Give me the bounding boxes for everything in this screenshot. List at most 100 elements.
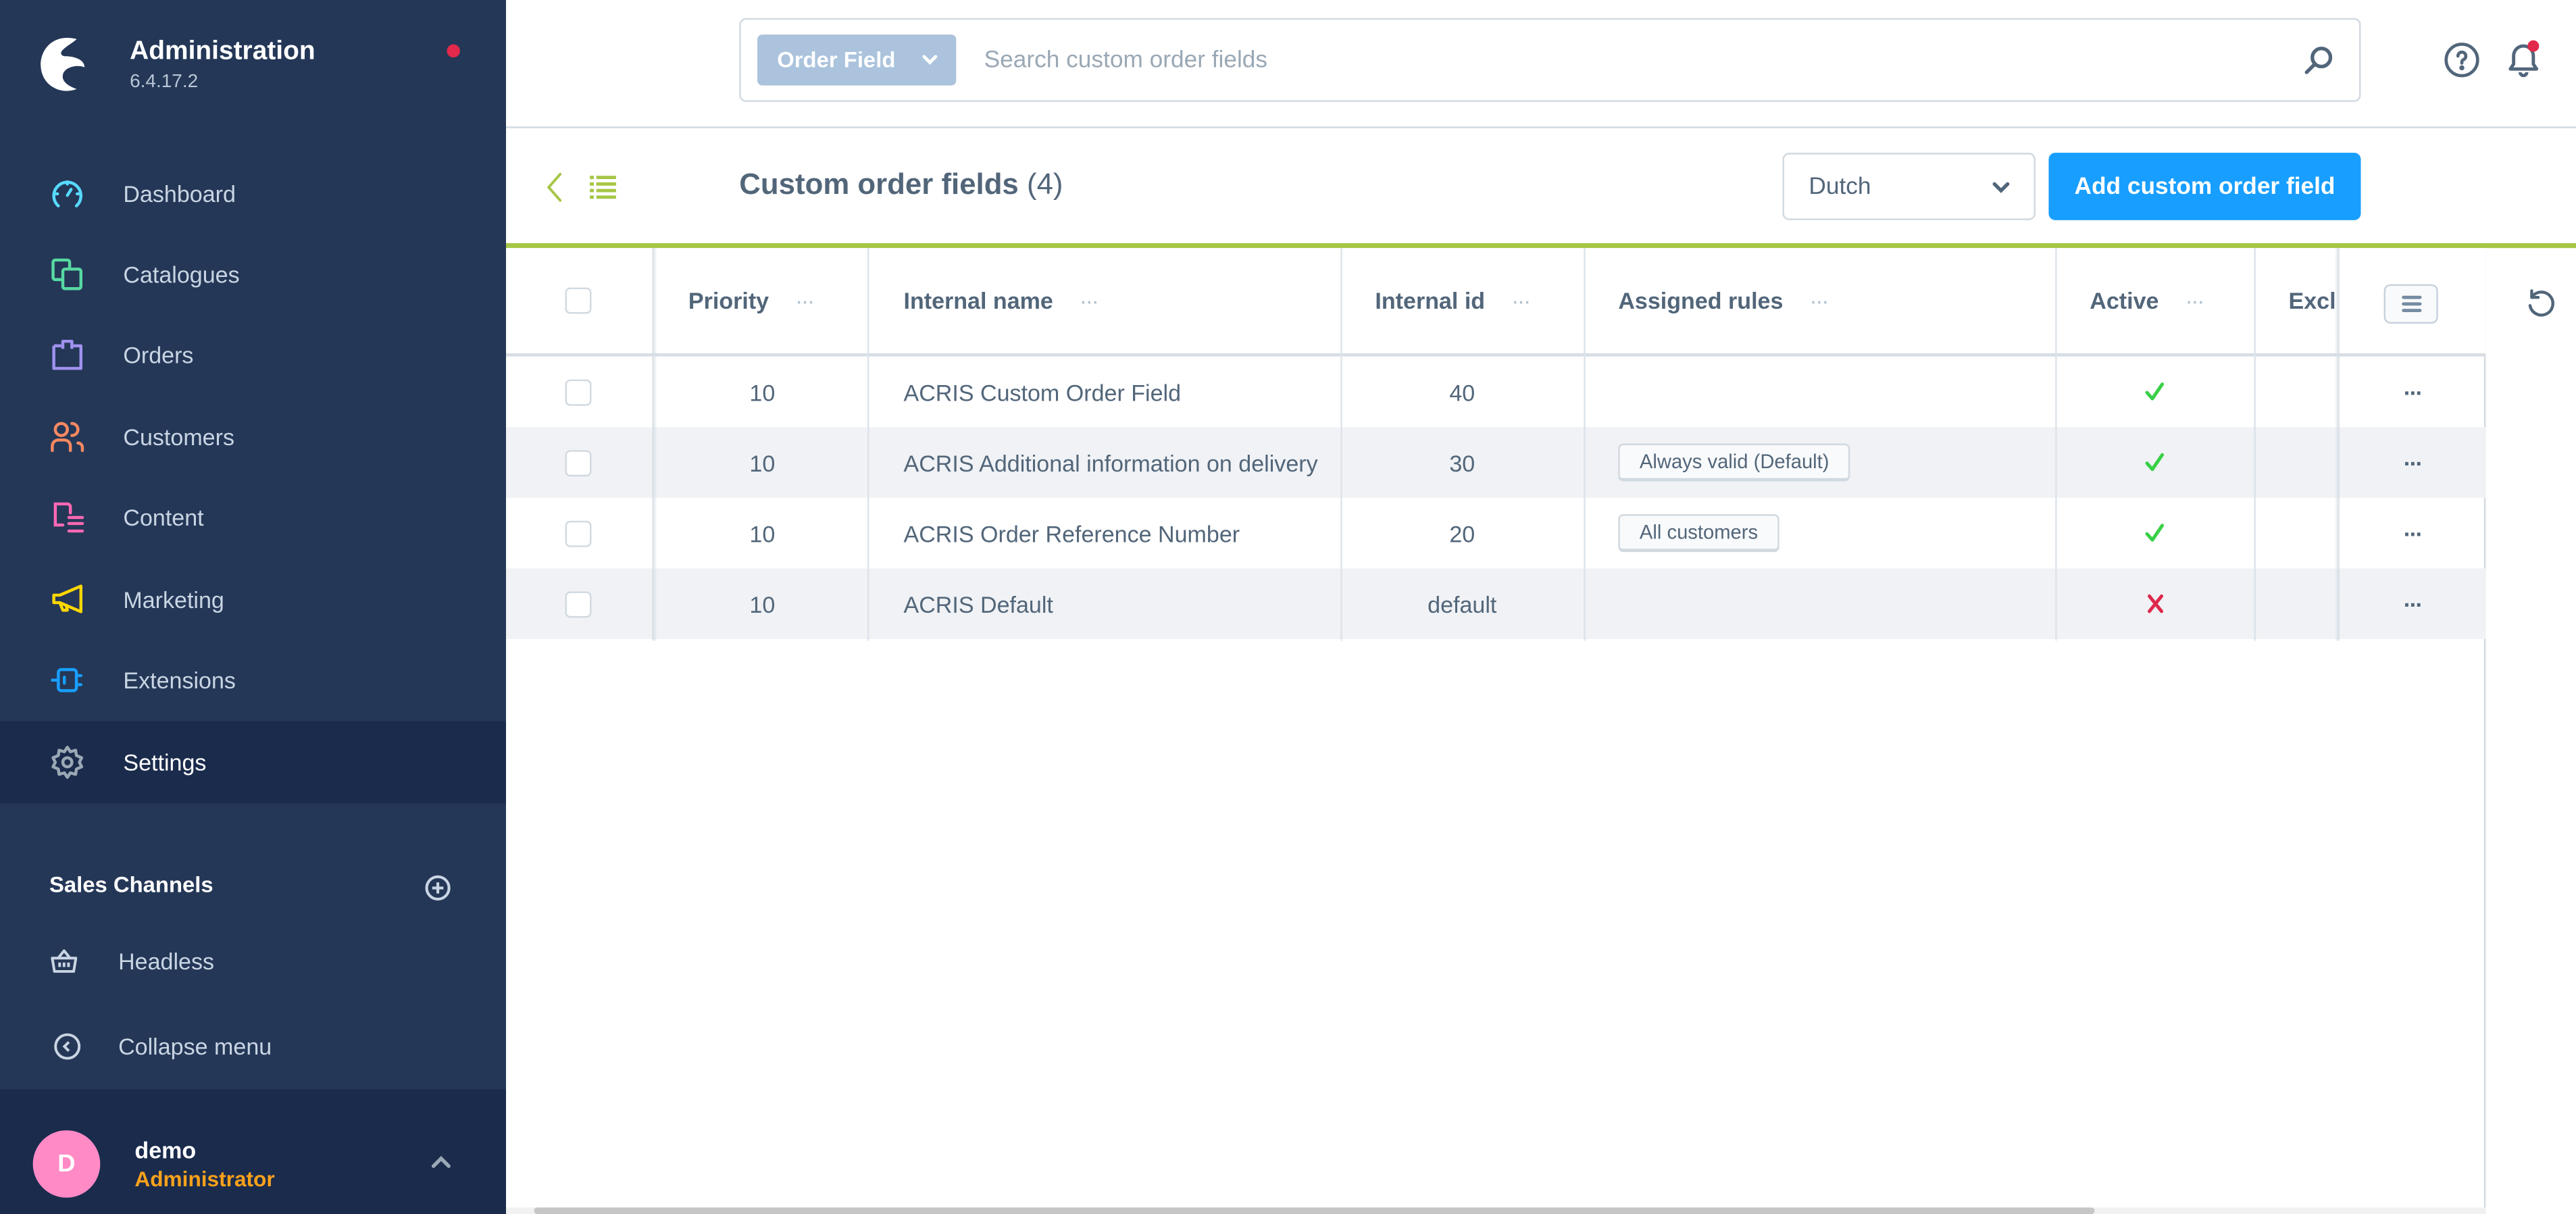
page-title-count: (4) bbox=[1026, 168, 1063, 201]
row-actions-button[interactable]: ··· bbox=[2340, 357, 2485, 428]
cell-assigned-rules: All customers bbox=[1618, 498, 1779, 569]
top-bar: Order Field bbox=[505, 0, 2576, 128]
notifications-bell-icon[interactable] bbox=[2504, 39, 2543, 78]
sidebar-item-extensions[interactable]: Extensions bbox=[0, 640, 506, 721]
checkmark-icon bbox=[2145, 524, 2165, 542]
user-role: Administrator bbox=[134, 1166, 275, 1192]
select-all-checkbox[interactable] bbox=[565, 287, 592, 314]
sales-channel-label: Headless bbox=[118, 948, 215, 975]
page-title: Custom order fields (4) bbox=[739, 168, 1063, 202]
sidebar-item-orders[interactable]: Orders bbox=[0, 315, 506, 396]
rule-tag: Always valid (Default) bbox=[1618, 443, 1851, 482]
collapse-menu-button[interactable]: Collapse menu bbox=[53, 1032, 272, 1061]
language-switch[interactable]: Dutch bbox=[1782, 153, 2036, 220]
row-checkbox[interactable] bbox=[565, 590, 592, 617]
row-checkbox[interactable] bbox=[565, 449, 592, 476]
shopware-logo-icon bbox=[41, 38, 85, 91]
sidebar-item-catalogues[interactable]: Catalogues bbox=[0, 234, 506, 315]
add-custom-order-field-button[interactable]: Add custom order field bbox=[2048, 153, 2361, 220]
chevron-up-icon[interactable] bbox=[430, 1155, 452, 1170]
table-row[interactable]: 10 ACRIS Order Reference Number 20 All cust… bbox=[506, 498, 2485, 569]
row-checkbox-cell bbox=[565, 427, 592, 498]
column-divider bbox=[2055, 248, 2057, 641]
table-row[interactable]: 10 ACRIS Custom Order Field 40 ··· bbox=[506, 357, 2485, 428]
column-label: Exclu bbox=[2288, 287, 2334, 314]
marketing-icon bbox=[52, 584, 82, 613]
sidebar-item-label: Marketing bbox=[123, 586, 224, 613]
sidebar-item-content[interactable]: Content bbox=[0, 478, 506, 559]
rule-tag: All customers bbox=[1618, 514, 1779, 553]
dashboard-icon bbox=[52, 180, 82, 207]
more-actions-icon: ··· bbox=[2403, 378, 2423, 405]
column-header-active[interactable]: Active ··· bbox=[2090, 248, 2204, 353]
cell-internal-id: default bbox=[1428, 590, 1497, 617]
column-header-assigned-rules[interactable]: Assigned rules ··· bbox=[1618, 248, 1829, 353]
search-icon[interactable] bbox=[2302, 45, 2335, 78]
grid-header: Priority ··· Internal name ··· Internal … bbox=[505, 248, 2486, 357]
cell-active bbox=[2055, 427, 2254, 498]
column-header-exclusive[interactable]: Exclu bbox=[2288, 248, 2334, 353]
cell-internal-name[interactable]: ACRIS Custom Order Field bbox=[903, 357, 1181, 428]
table-row[interactable]: 10 ACRIS Default default ··· bbox=[505, 568, 2486, 639]
refresh-icon[interactable] bbox=[2523, 288, 2556, 321]
cell-internal-name[interactable]: ACRIS Order Reference Number bbox=[903, 498, 1240, 569]
search-type-dropdown[interactable]: Order Field bbox=[757, 34, 957, 86]
search-input[interactable] bbox=[980, 34, 2263, 86]
collapse-menu-label: Collapse menu bbox=[118, 1033, 272, 1060]
cell-priority: 10 bbox=[749, 520, 776, 547]
cell-internal-name[interactable]: ACRIS Additional information on delivery bbox=[903, 427, 1317, 498]
sidebar-item-settings[interactable]: Settings bbox=[0, 720, 506, 803]
settings-icon bbox=[51, 745, 84, 779]
more-actions-icon: ··· bbox=[2403, 590, 2423, 617]
sidebar-item-label: Customers bbox=[123, 424, 234, 450]
checkmark-icon bbox=[2145, 453, 2165, 472]
app-window: Administration 6.4.17.2 Dashboard Catalo… bbox=[0, 0, 2576, 1214]
row-actions-button[interactable]: ··· bbox=[2340, 568, 2485, 639]
row-actions-button[interactable]: ··· bbox=[2340, 498, 2485, 569]
table-row[interactable]: 10 ACRIS Additional information on delive… bbox=[505, 427, 2486, 498]
column-header-internal-name[interactable]: Internal name ··· bbox=[903, 248, 1099, 353]
sidebar-item-label: Catalogues bbox=[123, 261, 240, 288]
cell-internal-id: 40 bbox=[1449, 378, 1475, 405]
cell-priority: 10 bbox=[749, 378, 776, 405]
avatar: D bbox=[32, 1130, 101, 1198]
row-checkbox-cell bbox=[565, 357, 592, 428]
data-grid: Priority ··· Internal name ··· Internal … bbox=[505, 248, 2486, 1214]
sidebar-item-label: Content bbox=[123, 505, 204, 532]
row-checkbox[interactable] bbox=[565, 378, 592, 405]
language-value: Dutch bbox=[1809, 173, 1871, 200]
column-menu-icon[interactable]: ··· bbox=[1080, 288, 1099, 314]
help-icon[interactable] bbox=[2443, 41, 2481, 79]
sidebar-item-label: Settings bbox=[123, 749, 207, 776]
smart-bar-divider bbox=[505, 243, 2576, 249]
sidebar-item-dashboard[interactable]: Dashboard bbox=[0, 153, 506, 234]
column-divider bbox=[1340, 248, 1342, 641]
column-header-internal-id[interactable]: Internal id ··· bbox=[1375, 248, 1531, 353]
select-all-checkbox-cell bbox=[565, 248, 592, 353]
sidebar-item-label: Dashboard bbox=[123, 180, 236, 207]
sidebar-item-customers[interactable]: Customers bbox=[0, 396, 506, 477]
column-menu-icon[interactable]: ··· bbox=[1809, 288, 1829, 314]
column-label: Assigned rules bbox=[1618, 287, 1784, 314]
cell-internal-name[interactable]: ACRIS Default bbox=[903, 568, 1053, 639]
chevron-left-circle-icon bbox=[54, 1033, 81, 1060]
sidebar-item-marketing[interactable]: Marketing bbox=[0, 559, 506, 640]
column-label: Internal id bbox=[1375, 287, 1486, 314]
back-chevron-icon[interactable] bbox=[544, 171, 563, 204]
column-header-priority[interactable]: Priority ··· bbox=[688, 248, 815, 353]
user-menu[interactable]: D demo Administrator bbox=[0, 1089, 506, 1214]
cell-priority: 10 bbox=[749, 590, 776, 617]
column-menu-icon[interactable]: ··· bbox=[795, 288, 815, 314]
column-menu-icon[interactable]: ··· bbox=[1511, 288, 1531, 314]
list-icon bbox=[590, 176, 616, 199]
column-menu-icon[interactable]: ··· bbox=[2185, 288, 2204, 314]
add-sales-channel-icon[interactable] bbox=[424, 874, 451, 902]
grid-settings-button[interactable] bbox=[2383, 284, 2438, 324]
more-actions-icon: ··· bbox=[2403, 449, 2423, 476]
row-actions-button[interactable]: ··· bbox=[2340, 427, 2485, 498]
sales-channel-headless[interactable]: Headless bbox=[49, 946, 214, 976]
basket-icon bbox=[51, 949, 78, 973]
cell-active bbox=[2055, 568, 2254, 639]
sidebar-item-label: Orders bbox=[123, 342, 194, 369]
row-checkbox[interactable] bbox=[565, 520, 592, 547]
